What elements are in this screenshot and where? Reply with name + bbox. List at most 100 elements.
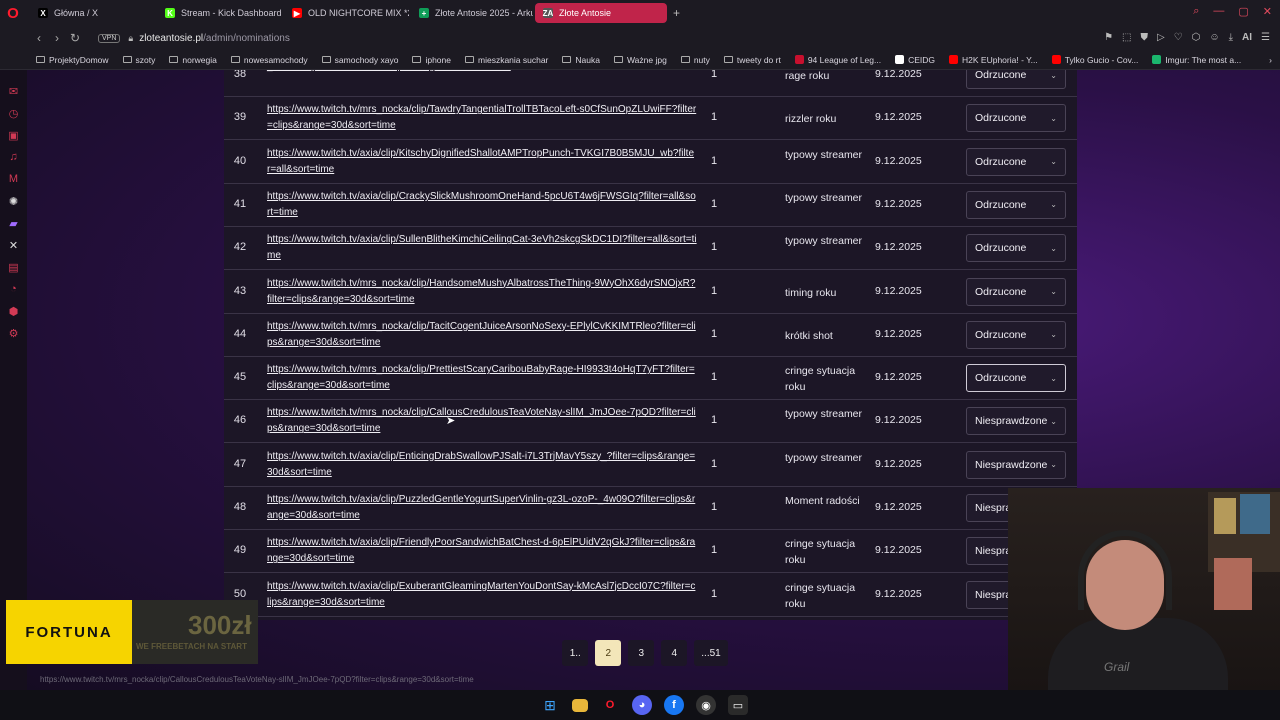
bookmark-label: iphone [425,54,451,65]
bookmark-item[interactable]: iphone [412,55,451,65]
bookmark-item[interactable]: nuty [680,55,710,65]
clip-link[interactable]: https://www.twitch.tv/mrs_nocka/clip/Han… [267,276,697,308]
wallet-icon[interactable]: ▣ [0,124,27,146]
minimize-icon[interactable]: — [1213,5,1224,18]
shield-icon[interactable]: ⛊ [1140,32,1148,43]
clip-link[interactable]: https://www.twitch.tv/axia/clip/KitschyD… [267,146,697,178]
bookmark-item[interactable]: H2K EUphoria! - Y... [949,55,1038,65]
status-select[interactable]: Niesprawdzone⌄ [966,407,1066,436]
vpn-badge[interactable]: VPN [98,33,121,43]
browser-tab[interactable]: X Główna / X [30,3,155,23]
obs-icon[interactable]: ◉ [696,695,716,715]
profile-icon[interactable]: ☺ [1209,32,1219,43]
snapshot-icon[interactable]: ⬚ [1122,32,1131,43]
bookmark-item[interactable]: Imgur: The most a... [1152,55,1241,65]
clip-link[interactable]: https://www.twitch.tv/mrs_nocka/clip/Taw… [267,102,697,134]
twitch-icon[interactable]: ▰ [0,212,27,234]
clip-link[interactable]: https://www.twitch.tv/mrs_nocka/clip/Cal… [267,405,697,437]
extensions-icon[interactable]: ⬡ [1192,32,1201,43]
fortuna-ad[interactable]: FORTUNA 300zł WE FREEBETACH NA START [6,600,258,664]
bookmark-item[interactable]: Ważne jpg [613,55,667,65]
windows-start-icon[interactable]: ⊞ [540,695,560,715]
file-explorer-icon[interactable] [572,698,588,712]
folder-icon [36,56,45,63]
date-label: 9.12.2025 [875,414,922,427]
clip-link[interactable]: https://www.twitch.tv/axia/clip/Friendly… [267,535,697,567]
download-icon[interactable]: ⤓ [1229,32,1233,43]
clip-link[interactable]: _aU3rX7ey9KJPHPI?filter=clips&range=30d&… [267,70,697,75]
x-icon[interactable]: ✕ [0,234,27,256]
status-select[interactable]: Odrzucone ⌄ [966,277,1066,306]
bookmark-item[interactable]: tweety do rt [723,55,781,65]
heart-icon[interactable]: ♡ [1174,32,1183,43]
terminal-icon[interactable]: ▭ [728,695,748,715]
extensions-sidebar-icon[interactable]: ⬢ [0,300,27,322]
music-icon[interactable]: ♫ [0,146,27,168]
status-select[interactable]: Odrzucone ⌄ [966,147,1066,176]
folder-icon [465,56,474,63]
discord-icon[interactable]: ◕ [632,695,652,715]
bookmark-item[interactable]: Tylko Gucio - Cov... [1051,55,1138,65]
folder-icon [562,56,572,63]
status-select[interactable]: Odrzucone ⌄ [966,70,1066,89]
clock-icon[interactable]: ◔ [0,278,27,300]
ai-button[interactable]: AI [1242,32,1252,43]
search-tabs-icon[interactable]: ⌕ [1193,5,1199,18]
messenger-icon[interactable]: ✉ [0,80,27,102]
bookmark-item[interactable]: ProjektyDomow [36,55,109,65]
bookmark-item[interactable]: 94 League of Leg... [794,55,881,65]
page-button[interactable]: 3 [628,640,655,666]
browser-tab[interactable]: ▶ OLD NIGHTCORE MIX *20 [284,3,409,23]
status-select[interactable]: Odrzucone ⌄ [966,190,1066,219]
bookmark-item[interactable]: Nauka [562,55,600,65]
facebook-icon[interactable]: f [664,695,684,715]
bookmark-item[interactable]: samochody xayo [321,55,398,65]
bookmarks-overflow-icon[interactable]: › [1269,55,1272,65]
play-icon[interactable]: ▷ [1157,32,1165,43]
menu-icon[interactable]: ☰ [1261,32,1270,43]
history-icon[interactable]: ◷ [0,102,27,124]
opera-taskbar-icon[interactable]: O [600,695,620,715]
page-button[interactable]: 4 [661,640,688,666]
chatgpt-icon[interactable]: ✺ [0,190,27,212]
browser-tab[interactable]: + Złote Antosie 2025 - Arku [411,3,533,23]
mail-icon[interactable]: M [0,168,27,190]
bookmark-item[interactable]: mieszkania suchar [465,55,548,65]
bookmark-item[interactable]: norwegia [169,55,217,65]
bookmark-item[interactable]: nowesamochody [230,55,308,65]
close-icon[interactable]: ✕ [1263,5,1272,18]
clip-link[interactable]: https://www.twitch.tv/axia/clip/Enticing… [267,449,697,481]
clip-link[interactable]: https://www.twitch.tv/axia/clip/PuzzledG… [267,492,697,524]
bookmark-icon[interactable]: ⚑ [1104,32,1113,43]
page-button[interactable]: 2 [595,640,622,666]
bookmark-item[interactable]: CEIDG [895,55,935,65]
url-field[interactable]: zloteantosie.pl/admin/nominations [139,33,290,44]
opera-logo-icon[interactable]: O [0,0,26,26]
forward-icon[interactable]: › [48,31,66,45]
status-select[interactable]: Odrzucone ⌄ [966,234,1066,263]
maximize-icon[interactable]: ▢ [1238,5,1248,18]
lock-icon[interactable]: 🔒︎ [128,33,133,44]
category-label: typowy streamer [785,451,863,464]
pinboard-icon[interactable]: ▤ [0,256,27,278]
clip-link[interactable]: https://www.twitch.tv/mrs_nocka/clip/Pre… [267,362,697,394]
status-select[interactable]: Niesprawdzone⌄ [966,450,1066,479]
browser-tab[interactable]: K Stream - Kick Dashboard [157,3,282,23]
clip-link[interactable]: https://www.twitch.tv/axia/clip/Exuberan… [267,579,697,611]
chevron-down-icon: ⌄ [1050,157,1057,167]
page-button[interactable]: 1.. [562,640,589,666]
bookmark-item[interactable]: szoty [122,55,155,65]
status-select[interactable]: Odrzucone ⌄ [966,364,1066,393]
back-icon[interactable]: ‹ [30,31,48,45]
status-select[interactable]: Odrzucone ⌄ [966,104,1066,133]
page-button[interactable]: ...51 [694,640,728,666]
clip-link[interactable]: https://www.twitch.tv/axia/clip/SullenBl… [267,232,697,264]
browser-tab[interactable]: ZA Złote Antosie [535,3,667,23]
new-tab-button[interactable]: + [673,6,680,20]
clip-link[interactable]: https://www.twitch.tv/mrs_nocka/clip/Tac… [267,319,697,351]
shirt-text: Grail [1104,660,1130,674]
settings-icon[interactable]: ⚙ [0,322,27,344]
clip-link[interactable]: https://www.twitch.tv/axia/clip/CrackySl… [267,189,697,221]
status-select[interactable]: Odrzucone ⌄ [966,320,1066,349]
reload-icon[interactable]: ↻ [66,31,84,45]
